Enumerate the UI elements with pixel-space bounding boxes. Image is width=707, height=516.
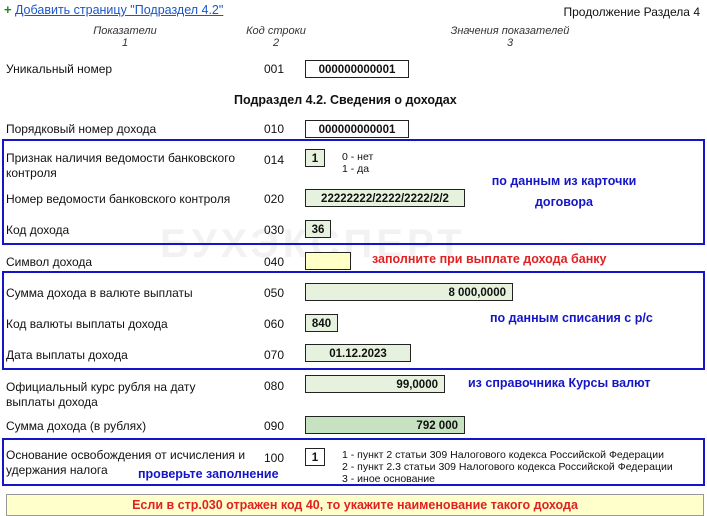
hint-line: 0 - нет bbox=[342, 151, 374, 163]
currency-code-code: 060 bbox=[264, 317, 285, 331]
payment-date-code: 070 bbox=[264, 348, 285, 362]
exemption-basis-code: 100 bbox=[264, 451, 285, 465]
hint-line: 1 - да bbox=[342, 163, 370, 175]
note-check: проверьте заполнение bbox=[138, 467, 279, 481]
subsection-title: Подраздел 4.2. Сведения о доходах bbox=[234, 93, 457, 107]
amount-currency-code: 050 bbox=[264, 286, 285, 300]
income-symbol-code: 040 bbox=[264, 255, 285, 269]
exchange-rate-label: Официальный курс рубля на дату выплаты д… bbox=[6, 380, 196, 409]
option-line: 1 - пункт 2 статьи 309 Налогового кодекс… bbox=[342, 449, 664, 461]
income-symbol-field[interactable] bbox=[305, 252, 351, 270]
amount-currency-field[interactable]: 8 000,0000 bbox=[305, 283, 513, 301]
col-header-num: 3 bbox=[506, 37, 514, 49]
note-rates: из справочника Курсы валют bbox=[468, 376, 651, 390]
bank-control-flag-code: 014 bbox=[264, 153, 285, 167]
income-seq-field[interactable]: 000000000001 bbox=[305, 120, 409, 138]
unique-number-field[interactable]: 000000000001 bbox=[305, 60, 409, 78]
unique-number-code: 001 bbox=[264, 62, 285, 76]
continuation-label: Продолжение Раздела 4 bbox=[563, 5, 700, 19]
note-bank: заполните при выплате дохода банку bbox=[372, 252, 607, 266]
bank-control-flag-label: Признак наличия ведомости банковского ко… bbox=[6, 151, 236, 180]
amount-rub-code: 090 bbox=[264, 419, 285, 433]
exemption-basis-field[interactable]: 1 bbox=[305, 448, 325, 466]
income-code-field[interactable]: 36 bbox=[305, 220, 331, 238]
amount-currency-label: Сумма дохода в валюте выплаты bbox=[6, 286, 193, 300]
col-header-indicators: Показатели 1 bbox=[80, 25, 170, 49]
add-page-link-label[interactable]: Добавить страницу "Подраздел 4.2" bbox=[15, 3, 223, 17]
col-header-title: Код строки bbox=[246, 25, 306, 37]
currency-code-label: Код валюты выплаты дохода bbox=[6, 317, 168, 331]
option-line: 2 - пункт 2.3 статьи 309 Налогового коде… bbox=[342, 461, 673, 473]
bank-control-number-code: 020 bbox=[264, 192, 285, 206]
col-header-code: Код строки 2 bbox=[236, 25, 316, 49]
unique-number-label: Уникальный номер bbox=[6, 62, 113, 76]
income-seq-code: 010 bbox=[264, 122, 285, 136]
add-page-link[interactable]: + Добавить страницу "Подраздел 4.2" bbox=[4, 2, 223, 17]
exchange-rate-field[interactable]: 99,0000 bbox=[305, 375, 445, 393]
amount-rub-field[interactable]: 792 000 bbox=[305, 416, 465, 434]
currency-code-field[interactable]: 840 bbox=[305, 314, 338, 332]
warning-banner: Если в стр.030 отражен код 40, то укажит… bbox=[6, 494, 704, 516]
col-header-title: Значения показателей bbox=[450, 25, 570, 37]
col-header-num: 2 bbox=[272, 37, 280, 49]
col-header-num: 1 bbox=[121, 37, 129, 49]
bank-control-flag-hint: 0 - нет 1 - да bbox=[342, 151, 373, 175]
bank-control-flag-field[interactable]: 1 bbox=[305, 149, 325, 167]
col-header-title: Показатели bbox=[93, 25, 157, 37]
bank-control-number-field[interactable]: 22222222/2222/2222/2/2 bbox=[305, 189, 465, 207]
amount-rub-label: Сумма дохода (в рублях) bbox=[6, 419, 147, 433]
payment-date-label: Дата выплаты дохода bbox=[6, 348, 128, 362]
note-writeoff: по данным списания с р/с bbox=[490, 311, 653, 325]
income-symbol-label: Символ дохода bbox=[6, 255, 93, 269]
exchange-rate-code: 080 bbox=[264, 379, 285, 393]
note-contract-card: по данным из карточки договора bbox=[491, 174, 637, 209]
payment-date-field[interactable]: 01.12.2023 bbox=[305, 344, 411, 362]
bank-control-number-label: Номер ведомости банковского контроля bbox=[6, 192, 231, 206]
income-code-label: Код дохода bbox=[6, 223, 70, 237]
income-code-code: 030 bbox=[264, 223, 285, 237]
exemption-basis-options: 1 - пункт 2 статьи 309 Налогового кодекс… bbox=[342, 449, 673, 485]
col-header-values: Значения показателей 3 bbox=[440, 25, 580, 49]
option-line: 3 - иное основание bbox=[342, 473, 435, 485]
plus-icon: + bbox=[4, 2, 12, 17]
income-seq-label: Порядковый номер дохода bbox=[6, 122, 157, 136]
